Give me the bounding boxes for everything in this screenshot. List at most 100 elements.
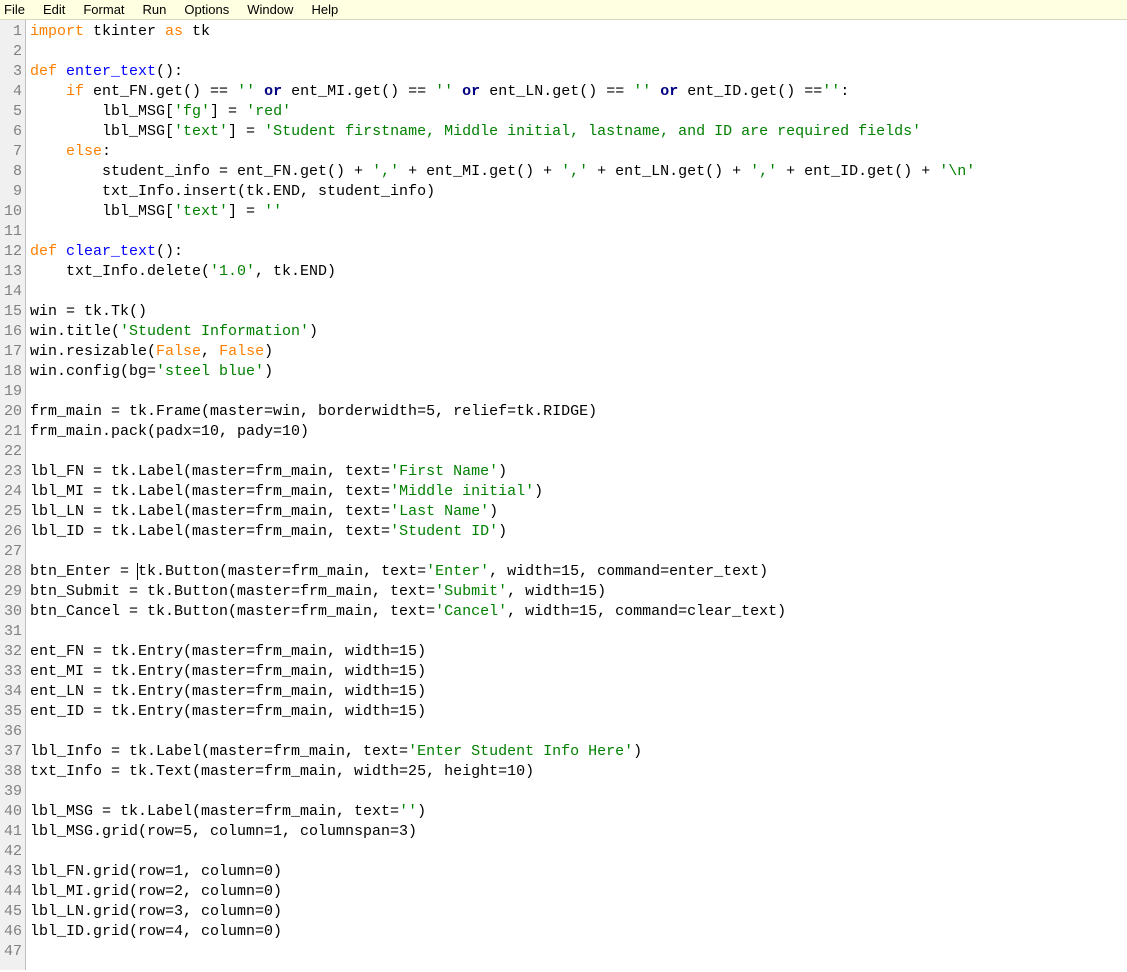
line-number: 16 xyxy=(0,322,22,342)
code-line[interactable]: lbl_FN.grid(row=1, column=0) xyxy=(30,862,1127,882)
code-line[interactable]: ent_ID = tk.Entry(master=frm_main, width… xyxy=(30,702,1127,722)
code-line[interactable] xyxy=(30,442,1127,462)
editor-pane: 1234567891011121314151617181920212223242… xyxy=(0,20,1127,970)
line-number: 19 xyxy=(0,382,22,402)
line-number: 33 xyxy=(0,662,22,682)
code-line[interactable]: if ent_FN.get() == '' or ent_MI.get() ==… xyxy=(30,82,1127,102)
line-number: 44 xyxy=(0,882,22,902)
line-number: 17 xyxy=(0,342,22,362)
line-number: 6 xyxy=(0,122,22,142)
line-number: 38 xyxy=(0,762,22,782)
menu-edit[interactable]: Edit xyxy=(43,2,65,17)
line-number: 5 xyxy=(0,102,22,122)
line-number: 21 xyxy=(0,422,22,442)
code-line[interactable]: btn_Submit = tk.Button(master=frm_main, … xyxy=(30,582,1127,602)
line-number: 8 xyxy=(0,162,22,182)
code-line[interactable]: lbl_LN = tk.Label(master=frm_main, text=… xyxy=(30,502,1127,522)
code-line[interactable] xyxy=(30,282,1127,302)
code-line[interactable]: lbl_MSG['fg'] = 'red' xyxy=(30,102,1127,122)
code-line[interactable]: lbl_MSG['text'] = '' xyxy=(30,202,1127,222)
line-number: 1 xyxy=(0,22,22,42)
code-line[interactable]: lbl_MSG['text'] = 'Student firstname, Mi… xyxy=(30,122,1127,142)
code-line[interactable]: lbl_ID.grid(row=4, column=0) xyxy=(30,922,1127,942)
code-line[interactable]: txt_Info.delete('1.0', tk.END) xyxy=(30,262,1127,282)
code-line[interactable] xyxy=(30,782,1127,802)
line-number: 12 xyxy=(0,242,22,262)
code-line[interactable]: lbl_Info = tk.Label(master=frm_main, tex… xyxy=(30,742,1127,762)
line-number: 32 xyxy=(0,642,22,662)
code-line[interactable] xyxy=(30,942,1127,962)
code-line[interactable]: lbl_LN.grid(row=3, column=0) xyxy=(30,902,1127,922)
code-line[interactable] xyxy=(30,622,1127,642)
line-number: 28 xyxy=(0,562,22,582)
code-line[interactable]: ent_LN = tk.Entry(master=frm_main, width… xyxy=(30,682,1127,702)
code-line[interactable]: def clear_text(): xyxy=(30,242,1127,262)
line-number: 22 xyxy=(0,442,22,462)
line-number: 41 xyxy=(0,822,22,842)
code-line[interactable]: else: xyxy=(30,142,1127,162)
line-number: 31 xyxy=(0,622,22,642)
line-number: 46 xyxy=(0,922,22,942)
menu-bar: File Edit Format Run Options Window Help xyxy=(0,0,1127,20)
line-number: 37 xyxy=(0,742,22,762)
code-line[interactable]: lbl_MSG = tk.Label(master=frm_main, text… xyxy=(30,802,1127,822)
code-line[interactable] xyxy=(30,42,1127,62)
code-line[interactable]: txt_Info.insert(tk.END, student_info) xyxy=(30,182,1127,202)
code-line[interactable] xyxy=(30,222,1127,242)
line-number: 2 xyxy=(0,42,22,62)
line-number: 30 xyxy=(0,602,22,622)
code-line[interactable]: ent_MI = tk.Entry(master=frm_main, width… xyxy=(30,662,1127,682)
line-number: 26 xyxy=(0,522,22,542)
code-line[interactable]: win = tk.Tk() xyxy=(30,302,1127,322)
line-number: 42 xyxy=(0,842,22,862)
line-number: 40 xyxy=(0,802,22,822)
code-line[interactable]: frm_main = tk.Frame(master=win, borderwi… xyxy=(30,402,1127,422)
code-line[interactable]: def enter_text(): xyxy=(30,62,1127,82)
line-number: 25 xyxy=(0,502,22,522)
code-line[interactable]: txt_Info = tk.Text(master=frm_main, widt… xyxy=(30,762,1127,782)
menu-file[interactable]: File xyxy=(4,2,25,17)
line-number: 47 xyxy=(0,942,22,962)
line-number: 20 xyxy=(0,402,22,422)
line-number: 27 xyxy=(0,542,22,562)
line-number: 4 xyxy=(0,82,22,102)
code-line[interactable]: lbl_FN = tk.Label(master=frm_main, text=… xyxy=(30,462,1127,482)
menu-help[interactable]: Help xyxy=(311,2,338,17)
line-number: 3 xyxy=(0,62,22,82)
line-number: 39 xyxy=(0,782,22,802)
menu-options[interactable]: Options xyxy=(184,2,229,17)
line-number: 18 xyxy=(0,362,22,382)
line-number: 7 xyxy=(0,142,22,162)
code-line[interactable]: ent_FN = tk.Entry(master=frm_main, width… xyxy=(30,642,1127,662)
line-number: 9 xyxy=(0,182,22,202)
code-line[interactable] xyxy=(30,382,1127,402)
code-line[interactable]: import tkinter as tk xyxy=(30,22,1127,42)
code-area[interactable]: import tkinter as tk def enter_text(): i… xyxy=(26,20,1127,970)
line-number: 34 xyxy=(0,682,22,702)
menu-run[interactable]: Run xyxy=(143,2,167,17)
line-number: 45 xyxy=(0,902,22,922)
line-number: 13 xyxy=(0,262,22,282)
code-line[interactable]: win.resizable(False, False) xyxy=(30,342,1127,362)
code-line[interactable]: btn_Enter = tk.Button(master=frm_main, t… xyxy=(30,562,1127,582)
code-line[interactable]: lbl_MI = tk.Label(master=frm_main, text=… xyxy=(30,482,1127,502)
line-number: 43 xyxy=(0,862,22,882)
code-line[interactable]: win.config(bg='steel blue') xyxy=(30,362,1127,382)
code-line[interactable]: win.title('Student Information') xyxy=(30,322,1127,342)
code-line[interactable]: student_info = ent_FN.get() + ',' + ent_… xyxy=(30,162,1127,182)
line-number: 23 xyxy=(0,462,22,482)
code-line[interactable] xyxy=(30,542,1127,562)
line-number: 15 xyxy=(0,302,22,322)
line-number: 35 xyxy=(0,702,22,722)
code-line[interactable] xyxy=(30,722,1127,742)
code-line[interactable]: lbl_MI.grid(row=2, column=0) xyxy=(30,882,1127,902)
line-number: 24 xyxy=(0,482,22,502)
code-line[interactable]: frm_main.pack(padx=10, pady=10) xyxy=(30,422,1127,442)
code-line[interactable]: lbl_MSG.grid(row=5, column=1, columnspan… xyxy=(30,822,1127,842)
code-line[interactable] xyxy=(30,842,1127,862)
menu-window[interactable]: Window xyxy=(247,2,293,17)
menu-format[interactable]: Format xyxy=(83,2,124,17)
code-line[interactable]: btn_Cancel = tk.Button(master=frm_main, … xyxy=(30,602,1127,622)
line-number-gutter: 1234567891011121314151617181920212223242… xyxy=(0,20,26,970)
code-line[interactable]: lbl_ID = tk.Label(master=frm_main, text=… xyxy=(30,522,1127,542)
